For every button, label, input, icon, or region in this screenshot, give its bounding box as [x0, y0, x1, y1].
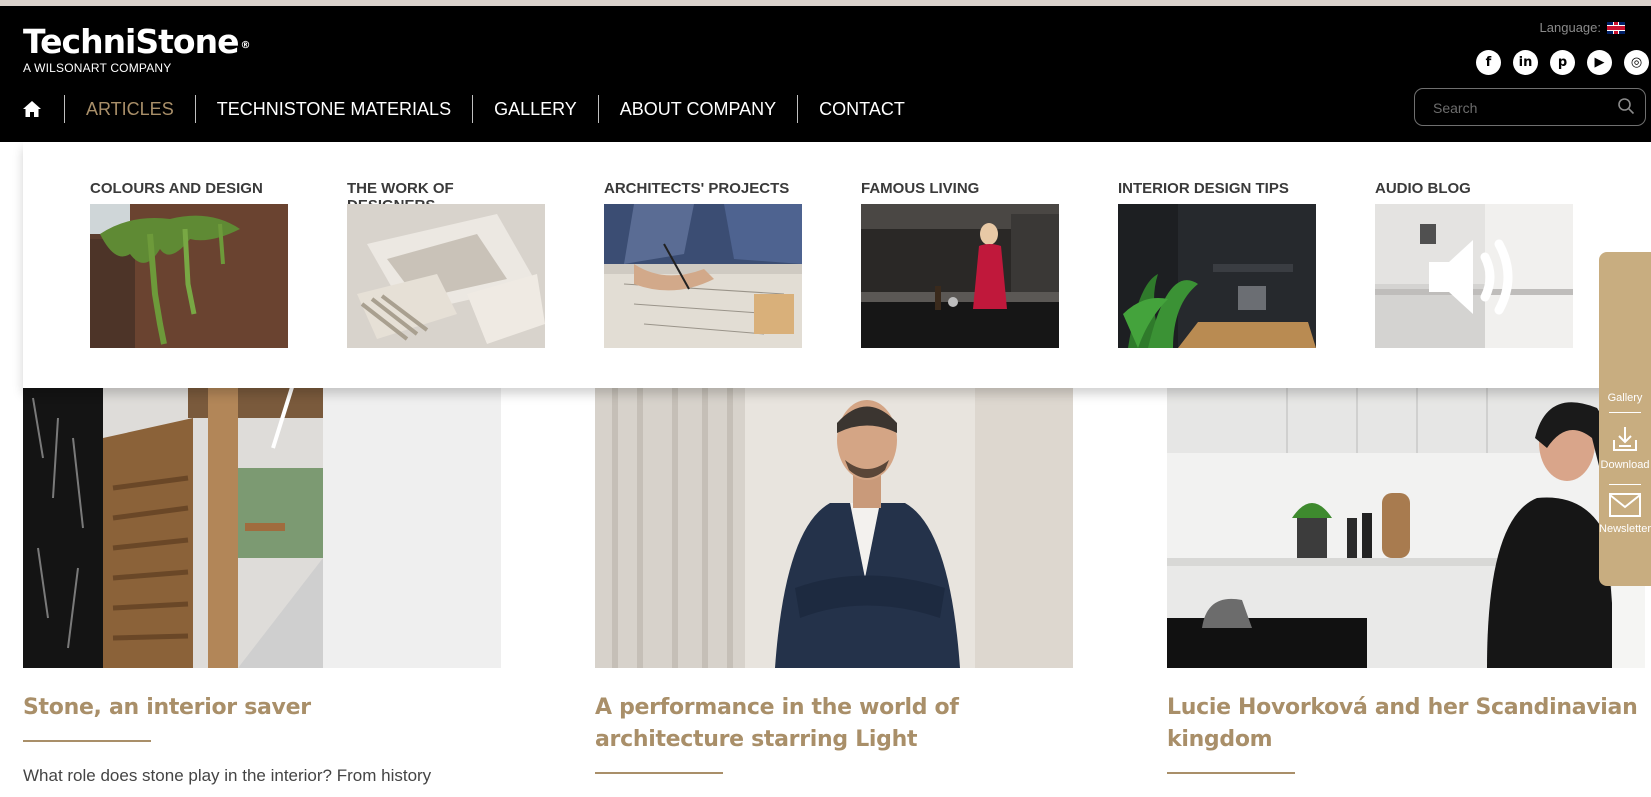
language-selector[interactable]: Language:: [1540, 20, 1625, 35]
nav-item-gallery[interactable]: GALLERY: [472, 95, 598, 123]
category-interior-design-tips[interactable]: INTERIOR DESIGN TIPS: [1118, 180, 1316, 348]
article-title[interactable]: A performance in the world of architectu…: [595, 692, 1073, 756]
category-image[interactable]: [861, 204, 1059, 348]
uk-flag-icon[interactable]: [1607, 21, 1625, 34]
category-title: COLOURS AND DESIGN: [90, 180, 263, 197]
search-icon[interactable]: [1617, 97, 1635, 120]
article-card[interactable]: Lucie Hovorková and her Scandinavian kin…: [1167, 378, 1645, 774]
category-image[interactable]: [604, 204, 802, 348]
category-title: AUDIO BLOG: [1375, 180, 1471, 197]
main-nav: ARTICLES TECHNISTONE MATERIALS GALLERY A…: [22, 92, 926, 126]
social-links: f in p ▶ ◎: [1476, 50, 1649, 75]
article-image[interactable]: [1167, 378, 1645, 668]
category-title: THE WORK OF DESIGNERS: [347, 180, 454, 214]
logo[interactable]: TechniStone ® A WILSONART COMPANY: [23, 22, 251, 76]
category-image[interactable]: [347, 204, 545, 348]
nav-item-articles[interactable]: ARTICLES: [64, 95, 195, 123]
language-label: Language:: [1539, 20, 1601, 35]
article-title[interactable]: Lucie Hovorková and her Scandinavian kin…: [1167, 692, 1645, 756]
nav-item-technistone-materials[interactable]: TECHNISTONE MATERIALS: [194, 95, 472, 123]
facebook-icon[interactable]: f: [1476, 50, 1501, 75]
search-box: [1414, 88, 1646, 127]
search-input[interactable]: [1431, 89, 1615, 127]
article-image[interactable]: [595, 378, 1073, 668]
article-excerpt: What role does stone play in the interio…: [23, 766, 432, 785]
youtube-icon[interactable]: ▶: [1587, 50, 1612, 75]
category-title: ARCHITECTS' PROJECTS: [604, 180, 790, 197]
sidebar-item-download[interactable]: Download: [1599, 424, 1651, 471]
article-image[interactable]: [23, 378, 501, 668]
linkedin-icon[interactable]: in: [1513, 50, 1538, 75]
instagram-icon[interactable]: ◎: [1624, 50, 1649, 75]
category-famous-living[interactable]: FAMOUS LIVING: [861, 180, 1059, 348]
category-title: FAMOUS LIVING: [861, 180, 980, 197]
download-icon: [1610, 427, 1640, 457]
category-the-work-of-designers[interactable]: THE WORK OF DESIGNERS: [347, 180, 545, 348]
article-title[interactable]: Stone, an interior saver: [23, 692, 501, 724]
sidebar-item-label: Gallery: [1607, 392, 1643, 404]
pinterest-icon[interactable]: p: [1550, 50, 1575, 75]
nav-item-contact[interactable]: CONTACT: [797, 95, 926, 123]
sidebar-item-gallery[interactable]: Gallery: [1599, 390, 1651, 404]
sidebar-item-label: Download: [1600, 459, 1650, 471]
category-title: INTERIOR DESIGN TIPS: [1118, 180, 1289, 197]
home-icon[interactable]: [22, 99, 42, 119]
side-toolbar: Gallery Download Newsletter: [1599, 252, 1651, 586]
category-audio-blog[interactable]: AUDIO BLOG: [1375, 180, 1573, 348]
title-underline: [595, 772, 723, 774]
category-image[interactable]: [1375, 204, 1573, 348]
speaker-icon: [1427, 232, 1527, 327]
category-architects-projects[interactable]: ARCHITECTS' PROJECTS: [604, 180, 802, 348]
site-header: TechniStone ® A WILSONART COMPANY Languag…: [0, 6, 1651, 142]
sidebar-divider: [1609, 412, 1641, 413]
sidebar-item-label: Newsletter: [1599, 523, 1651, 535]
article-card[interactable]: Stone, an interior saver What role does …: [23, 378, 501, 788]
category-colours-and-design[interactable]: COLOURS AND DESIGN: [90, 180, 288, 348]
articles-dropdown: COLOURS AND DESIGN THE WORK OF DESIGNERS: [23, 142, 1651, 388]
envelope-icon: [1608, 493, 1642, 521]
category-image[interactable]: [1118, 204, 1316, 348]
category-image[interactable]: [90, 204, 288, 348]
title-underline: [1167, 772, 1295, 774]
sidebar-divider: [1609, 484, 1641, 485]
logo-text: TechniStone: [23, 22, 239, 61]
logo-subtitle: A WILSONART COMPANY: [23, 61, 172, 75]
nav-item-about-company[interactable]: ABOUT COMPANY: [597, 95, 797, 123]
sidebar-item-newsletter[interactable]: Newsletter: [1599, 492, 1651, 535]
title-underline: [23, 740, 151, 742]
logo-registered-mark: ®: [240, 40, 251, 51]
article-card[interactable]: A performance in the world of architectu…: [595, 378, 1073, 774]
